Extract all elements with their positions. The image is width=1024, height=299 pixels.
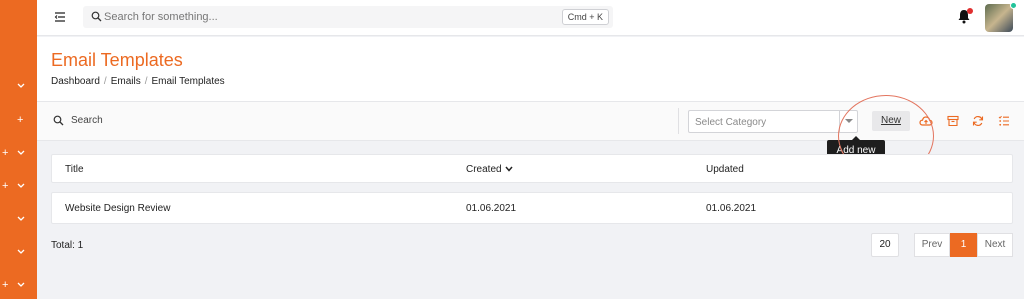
plus-icon: + <box>2 147 9 159</box>
chevron-down-icon <box>17 280 25 291</box>
column-title[interactable]: Title <box>65 164 84 175</box>
chevron-down-icon <box>17 81 25 92</box>
category-select[interactable]: Select Category <box>688 110 858 133</box>
sidebar-item-group-3[interactable] <box>0 211 37 231</box>
column-created-label: Created <box>466 164 502 175</box>
chevron-down-icon <box>17 181 25 192</box>
avatar[interactable] <box>985 4 1013 32</box>
notification-badge <box>967 8 973 14</box>
next-page-button[interactable]: Next <box>977 233 1013 257</box>
category-placeholder: Select Category <box>695 117 767 128</box>
breadcrumb: Dashboard / Emails / Email Templates <box>51 76 225 87</box>
chevron-down-icon <box>17 214 25 225</box>
archive-icon[interactable] <box>947 115 959 130</box>
per-page-select[interactable]: 20 <box>871 233 899 257</box>
shortcut-hint: Cmd + K <box>561 9 609 25</box>
toolbar-divider <box>678 108 679 134</box>
top-bar: Search for something... Cmd + K <box>37 0 1024 36</box>
column-updated[interactable]: Updated <box>706 164 744 175</box>
table-search-input[interactable]: Search <box>71 115 103 126</box>
menu-toggle-icon[interactable] <box>53 10 67 24</box>
column-created[interactable]: Created <box>466 164 513 175</box>
plus-icon: + <box>2 180 9 192</box>
page-title: Email Templates <box>51 50 183 70</box>
online-status-dot <box>1010 2 1017 9</box>
refresh-icon[interactable] <box>972 115 984 130</box>
list-options-icon[interactable] <box>998 115 1010 130</box>
search-icon <box>91 11 102 25</box>
sidebar-item-group-4[interactable] <box>0 244 37 264</box>
sidebar: + + + + <box>0 0 37 299</box>
table-header: Title Created Updated <box>51 154 1013 183</box>
breadcrumb-separator: / <box>103 76 107 87</box>
table-row[interactable]: Website Design Review 01.06.2021 01.06.2… <box>51 192 1013 224</box>
sidebar-item-group-5[interactable]: + <box>0 277 37 297</box>
plus-icon: + <box>2 279 9 291</box>
global-search-input[interactable]: Search for something... Cmd + K <box>83 6 613 28</box>
chevron-down-icon <box>17 148 25 159</box>
current-page-button[interactable]: 1 <box>950 233 977 257</box>
page-header: Email Templates Dashboard / Emails / Email T… <box>37 37 1024 101</box>
breadcrumb-dashboard[interactable]: Dashboard <box>51 76 100 87</box>
breadcrumb-separator: / <box>144 76 148 87</box>
plus-icon: + <box>17 114 24 126</box>
total-count: Total: 1 <box>51 240 84 251</box>
sidebar-item-group-1[interactable]: + <box>0 145 37 165</box>
search-placeholder: Search for something... <box>104 11 218 23</box>
row-title: Website Design Review <box>65 203 171 214</box>
row-created: 01.06.2021 <box>466 203 517 214</box>
breadcrumb-email-templates: Email Templates <box>151 76 225 87</box>
sidebar-item-expand[interactable] <box>0 78 37 98</box>
chevron-down-icon <box>17 247 25 258</box>
search-icon <box>53 115 64 129</box>
sort-chevron-down-icon <box>505 164 513 175</box>
breadcrumb-emails[interactable]: Emails <box>111 76 141 87</box>
row-updated: 01.06.2021 <box>706 203 757 214</box>
sidebar-item-group-2[interactable]: + <box>0 178 37 198</box>
sidebar-item-add[interactable]: + <box>0 112 37 132</box>
prev-page-button[interactable]: Prev <box>914 233 950 257</box>
